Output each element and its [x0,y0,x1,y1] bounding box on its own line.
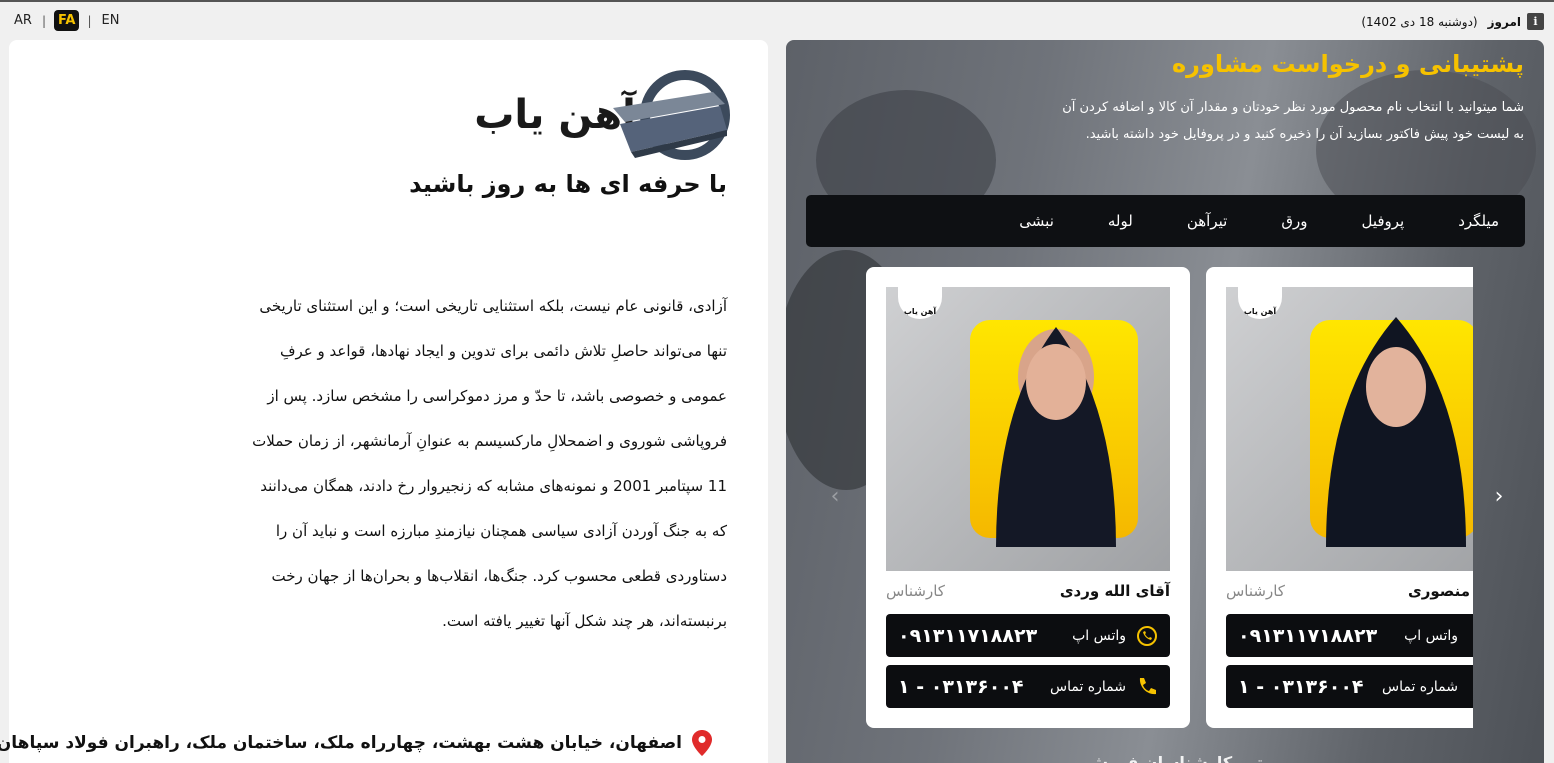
expert-role: کارشناس [886,582,945,600]
lang-ar[interactable]: AR [12,11,34,30]
category-beam[interactable]: تیرآهن [1187,212,1227,230]
article-line: 11 سپتامبر 2001 و نمونه‌های مشابه که زنج… [260,477,727,495]
whatsapp-label: واتس اپ [1404,627,1458,644]
article-text: آزادی، قانونی عام نیست، بلکه استثنایی تا… [167,284,727,644]
category-bar: میلگرد پروفیل ورق تیرآهن لوله نبشی [806,195,1525,247]
carousel-prev-button[interactable]: ‹ [822,483,848,509]
ahanyab-logo[interactable]: آهن یاب [445,70,735,165]
lang-en[interactable]: EN [99,11,121,30]
article-line: فروپاشی شوروی و اضمحلالِ مارکسیسم به عنو… [252,432,727,450]
support-panel: پشتیبانی و درخواست مشاوره شما میتوانید ب… [786,40,1544,763]
portrait-figure [1326,317,1466,547]
article-line: دستاوردی قطعی محسوب کرد. جنگ‌ها، انقلاب‌… [271,567,727,585]
article-line: عمومی و خصوصی باشد، تا حدّ و مرز دموکراس… [267,387,727,405]
article-line: برنبسته‌اند، هر چند شکل آنها تغییر یافته… [442,612,727,630]
language-switcher: AR | FA | EN [12,10,121,31]
category-angle[interactable]: نبشی [1019,212,1054,230]
expert-carousel: آهن یاب کارشناس آقای الله وردی ۰۹۱۳۱۱۷۱۸… [866,267,1473,729]
whatsapp-icon [1137,625,1157,646]
lang-fa[interactable]: FA [53,10,80,31]
category-profile[interactable]: پروفیل [1361,212,1404,230]
call-button[interactable]: ۰۳۱۳۶۰۰۴ - ۱ شماره تماس [886,665,1170,708]
info-icon: i [1527,13,1544,30]
call-button[interactable]: ۰۳۱۳۶۰۰۴ - ۱ شماره تماس [1226,665,1473,708]
phone-number: ۰۳۱۳۶۰۰۴ - ۱ [898,675,1024,698]
expert-photo: آهن یاب [886,287,1170,571]
support-title: پشتیبانی و درخواست مشاوره [1171,50,1524,78]
location-pin-icon [692,730,712,756]
about-panel: آهن یاب با حرفه ای ها به روز باشید آزادی… [0,40,768,763]
top-bar: AR | FA | EN i امروز (دوشنبه 18 دی 1402) [0,0,1554,40]
support-description: شما میتوانید با انتخاب نام محصول مورد نظ… [1062,100,1524,142]
section-heading-peek: تیم کارشناسان فروش [1086,753,1263,763]
today-label: امروز [1487,14,1521,29]
expert-card: آهن یاب کارشناس منصوری ۰۹۱۳۱۱۷۱۸۸۲۳ واتس… [1206,267,1473,728]
phone-number: ۰۳۱۳۶۰۰۴ - ۱ [1238,675,1364,698]
whatsapp-number: ۰۹۱۳۱۱۷۱۸۸۲۳ [1238,624,1378,647]
whatsapp-button[interactable]: ۰۹۱۳۱۱۷۱۸۸۲۳ واتس اپ [1226,614,1473,657]
slogan: با حرفه ای ها به روز باشید [409,170,727,198]
carousel-next-button[interactable]: › [1486,483,1512,509]
article-line: تنها می‌تواند حاصلِ تلاش دائمی برای تدوی… [279,342,727,360]
category-rebar[interactable]: میلگرد [1458,212,1499,230]
logo-text: آهن یاب [474,89,637,138]
whatsapp-number: ۰۹۱۳۱۱۷۱۸۸۲۳ [898,624,1038,647]
category-sheet[interactable]: ورق [1281,212,1307,230]
expert-name: آقای الله وردی [1059,582,1170,600]
expert-photo: آهن یاب [1226,287,1473,571]
chevron-left-icon: ‹ [830,483,840,509]
chevron-right-icon: › [1494,483,1504,509]
date-text: (دوشنبه 18 دی 1402) [1361,14,1478,29]
category-pipe[interactable]: لوله [1108,212,1133,230]
article-line: آزادی، قانونی عام نیست، بلکه استثنایی تا… [259,297,727,315]
phone-icon [1139,677,1156,694]
card-logo: آهن یاب [1238,287,1282,319]
expert-role: کارشناس [1226,582,1285,600]
phone-label: شماره تماس [1050,678,1126,695]
expert-name: منصوری [1408,582,1470,600]
whatsapp-label: واتس اپ [1072,627,1126,644]
address: اصفهان، خیابان هشت بهشت، چهارراه ملک، سا… [0,730,712,756]
today-date: i امروز (دوشنبه 18 دی 1402) [1361,13,1544,30]
whatsapp-button[interactable]: ۰۹۱۳۱۱۷۱۸۸۲۳ واتس اپ [886,614,1170,657]
address-text: اصفهان، خیابان هشت بهشت، چهارراه ملک، سا… [0,733,682,753]
expert-card: آهن یاب کارشناس آقای الله وردی ۰۹۱۳۱۱۷۱۸… [866,267,1190,728]
phone-label: شماره تماس [1382,678,1458,695]
portrait-figure [996,327,1116,547]
card-logo: آهن یاب [898,287,942,319]
article-line: که به جنگ آوردن آزادی سیاسی همچنان نیازم… [275,522,727,540]
